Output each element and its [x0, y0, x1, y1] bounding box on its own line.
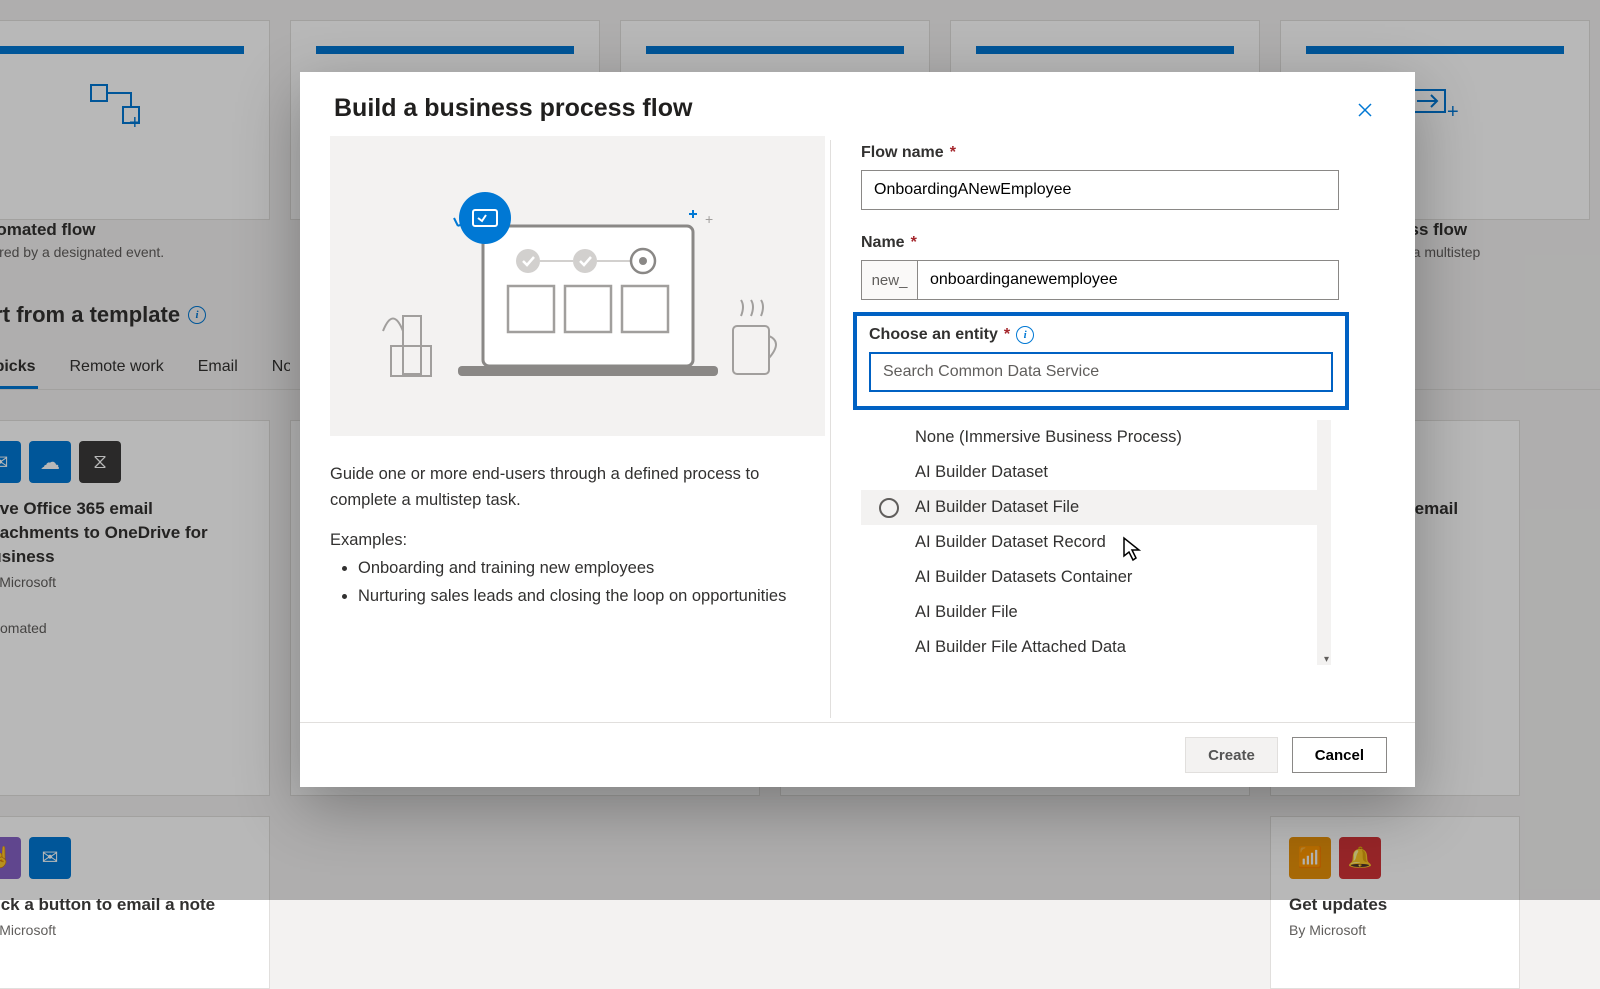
- name-input-group: new_: [861, 260, 1339, 300]
- entity-option[interactable]: AI Builder Dataset File: [861, 490, 1325, 525]
- close-icon: [1357, 102, 1373, 118]
- radio-icon: [879, 498, 899, 518]
- entity-option[interactable]: AI Builder Dataset: [861, 455, 1325, 490]
- create-button[interactable]: Create: [1185, 737, 1278, 773]
- dialog-right-pane: Flow name * Name * new_ Choose an entity…: [831, 136, 1413, 722]
- close-button[interactable]: [1349, 94, 1381, 126]
- dropdown-scrollbar[interactable]: ▾: [1317, 420, 1331, 665]
- flow-name-label: Flow name: [861, 144, 944, 162]
- build-flow-dialog: Build a business process flow: [300, 72, 1415, 787]
- example-item: Nurturing sales leads and closing the lo…: [358, 584, 800, 610]
- flow-name-input[interactable]: [861, 170, 1339, 210]
- required-indicator: *: [1004, 326, 1010, 344]
- entity-option[interactable]: AI Builder File Attached Data: [861, 630, 1325, 665]
- examples-list: Onboarding and training new employees Nu…: [330, 556, 800, 609]
- entity-label: Choose an entity: [869, 326, 998, 344]
- entity-search-input[interactable]: [869, 352, 1333, 392]
- svg-text:+: +: [705, 211, 713, 227]
- template-author: By Microsoft: [0, 922, 251, 938]
- dialog-title: Build a business process flow: [334, 94, 692, 123]
- template-author: By Microsoft: [1289, 922, 1501, 938]
- entity-option[interactable]: AI Builder Dataset Record: [861, 525, 1325, 560]
- entity-option[interactable]: AI Builder Datasets Container: [861, 560, 1325, 595]
- required-indicator: *: [950, 144, 956, 162]
- entity-option[interactable]: AI Builder File: [861, 595, 1325, 630]
- illustration: +: [330, 136, 825, 436]
- name-input[interactable]: [918, 261, 1338, 299]
- cancel-button[interactable]: Cancel: [1292, 737, 1387, 773]
- required-indicator: *: [911, 234, 917, 252]
- examples-label: Examples:: [330, 531, 800, 550]
- entity-dropdown: None (Immersive Business Process) AI Bui…: [861, 420, 1339, 665]
- name-prefix: new_: [862, 261, 918, 299]
- dialog-footer: Create Cancel: [300, 722, 1415, 787]
- entity-section-highlighted: Choose an entity * i: [853, 312, 1349, 410]
- info-icon[interactable]: i: [1016, 326, 1034, 344]
- example-item: Onboarding and training new employees: [358, 556, 800, 582]
- dialog-description: Guide one or more end-users through a de…: [330, 462, 800, 513]
- dialog-left-pane: + Guide one or more end-users through a …: [330, 136, 830, 722]
- entity-option[interactable]: None (Immersive Business Process): [861, 420, 1325, 455]
- name-label: Name: [861, 234, 905, 252]
